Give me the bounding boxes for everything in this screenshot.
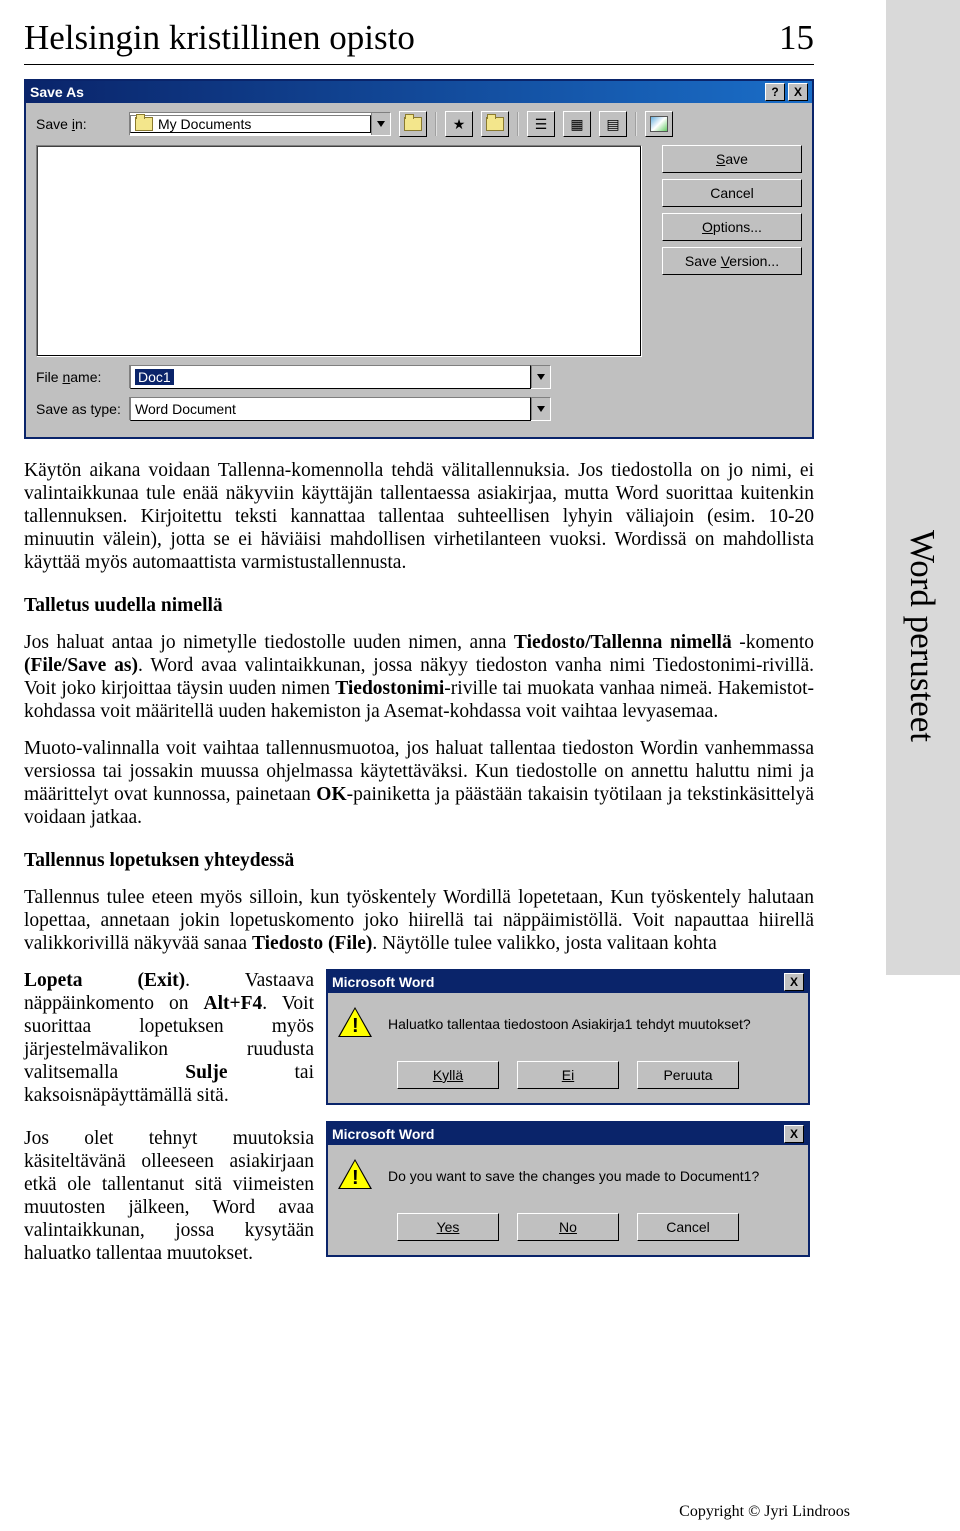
new-folder-icon[interactable] — [481, 111, 509, 137]
save-as-dialog: Save As ? X Save in: My Documents ★ — [24, 79, 814, 439]
up-folder-icon[interactable] — [399, 111, 427, 137]
heading: Tallennus lopetuksen yhteydessä — [24, 849, 814, 872]
cancel-button[interactable]: Cancel — [637, 1213, 739, 1241]
paragraph: Käytön aikana voidaan Tallenna-komennoll… — [24, 459, 814, 574]
msgbox-text: Haluatko tallentaa tiedostoon Asiakirja1… — [388, 1016, 751, 1033]
article-body: Käytön aikana voidaan Tallenna-komennoll… — [24, 459, 814, 1269]
yes-button[interactable]: Kyllä — [397, 1061, 499, 1089]
warning-icon: ! — [338, 1007, 372, 1041]
save-type-dropdown[interactable]: Word Document — [129, 397, 551, 421]
close-icon[interactable]: X — [784, 973, 804, 991]
props-view-icon[interactable]: ▤ — [599, 111, 627, 137]
message-box-fi: Microsoft Word X ! Haluatko tallentaa tie… — [326, 969, 810, 1105]
paragraph: Muoto-valinnalla voit vaihtaa tallennusm… — [24, 737, 814, 829]
file-name-value: Doc1 — [135, 369, 174, 385]
heading: Talletus uudella nimellä — [24, 594, 814, 617]
no-button[interactable]: Ei — [517, 1061, 619, 1089]
side-column — [886, 0, 960, 975]
msgbox-text: Do you want to save the changes you made… — [388, 1168, 759, 1185]
chevron-down-icon[interactable] — [371, 113, 390, 135]
separator — [435, 112, 437, 136]
chevron-down-icon[interactable] — [531, 398, 550, 420]
paragraph: Jos haluat antaa jo nimetylle tiedostoll… — [24, 631, 814, 723]
cancel-button[interactable]: Peruuta — [637, 1061, 739, 1089]
folder-icon — [135, 117, 153, 131]
save-version-button[interactable]: Save Version... — [662, 247, 802, 275]
paragraph: Tallennus tulee eteen myös silloin, kun … — [24, 886, 814, 955]
page-number: 15 — [779, 18, 814, 58]
side-title: Word perusteet — [902, 530, 942, 742]
save-in-dropdown[interactable]: My Documents — [129, 112, 391, 136]
warning-icon: ! — [338, 1159, 372, 1193]
cancel-button[interactable]: Cancel — [662, 179, 802, 207]
separator — [517, 112, 519, 136]
msgbox-title: Microsoft Word — [332, 1126, 434, 1143]
msgbox-title: Microsoft Word — [332, 974, 434, 991]
dialog-titlebar[interactable]: Save As ? X — [26, 81, 812, 103]
copyright: Copyright © Jyri Lindroos — [679, 1503, 850, 1521]
favorites-icon[interactable]: ★ — [445, 111, 473, 137]
save-in-label: Save in: — [36, 116, 121, 132]
dialog-title: Save As — [30, 84, 84, 100]
options-button[interactable]: Options... — [662, 213, 802, 241]
chevron-down-icon[interactable] — [531, 366, 550, 388]
paragraph: Jos olet tehnyt muutoksia käsiteltävänä … — [24, 1127, 314, 1265]
detail-view-icon[interactable]: ▦ — [563, 111, 591, 137]
file-name-label: File name: — [36, 369, 121, 385]
message-box-en: Microsoft Word X ! Do you want to save th… — [326, 1121, 810, 1257]
save-type-label: Save as type: — [36, 401, 121, 417]
save-type-value: Word Document — [135, 401, 236, 417]
close-icon[interactable]: X — [784, 1125, 804, 1143]
paragraph: Lopeta (Exit). Vastaava näppäinkomento o… — [24, 969, 314, 1107]
close-icon[interactable]: X — [788, 83, 808, 101]
yes-button[interactable]: Yes — [397, 1213, 499, 1241]
page-title: Helsingin kristillinen opisto — [24, 18, 415, 58]
page-header: Helsingin kristillinen opisto 15 — [24, 18, 814, 65]
separator — [635, 112, 637, 136]
file-list-area[interactable] — [36, 145, 642, 357]
save-button[interactable]: Save — [662, 145, 802, 173]
save-in-value: My Documents — [158, 116, 251, 132]
help-icon[interactable]: ? — [765, 83, 785, 101]
list-view-icon[interactable]: ☰ — [527, 111, 555, 137]
no-button[interactable]: No — [517, 1213, 619, 1241]
preview-icon[interactable] — [645, 111, 673, 137]
file-name-input[interactable]: Doc1 — [129, 365, 551, 389]
